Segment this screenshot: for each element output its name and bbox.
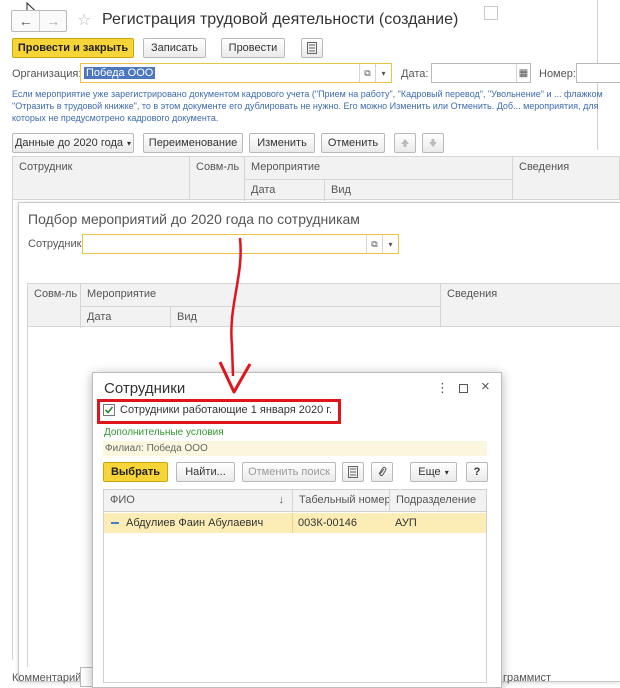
row-department: АУП	[395, 517, 417, 529]
col-info[interactable]: Сведения	[512, 157, 620, 199]
sort-arrow-icon: ↓	[278, 494, 285, 506]
col-employee[interactable]: Сотрудник	[13, 157, 189, 199]
employee-item-icon	[111, 522, 119, 524]
annotation-arrow	[218, 237, 252, 394]
cancel-search-button: Отменить поиск	[242, 462, 336, 482]
post-button[interactable]: Провести	[221, 38, 285, 58]
table-row[interactable]: Абдулиев Фаин Абулаевич 003К-00146 АУП	[104, 513, 486, 533]
col-kind[interactable]: Вид	[324, 179, 512, 201]
employees-table-header: ФИО ↓ Табельный номер Подразделение	[104, 490, 486, 512]
date-field[interactable]: ▦	[431, 63, 531, 83]
move-down-button[interactable]	[422, 133, 444, 153]
forward-arrow-icon[interactable]: →	[39, 11, 66, 31]
arrow-up-icon	[401, 139, 409, 147]
nav-buttons: ← →	[11, 10, 67, 32]
branch-filter-text: Филиал: Победа ООО	[105, 443, 208, 454]
chevron-down-icon[interactable]: ▾	[375, 64, 391, 82]
data-before-2020-label: Данные до 2020 года	[14, 137, 124, 149]
post-and-close-button[interactable]: Провести и закрыть	[12, 38, 134, 58]
comment-label: Комментарий:	[12, 672, 85, 684]
col-department[interactable]: Подразделение	[389, 490, 486, 511]
paperclip-icon	[378, 466, 387, 477]
back-arrow-icon[interactable]: ←	[12, 11, 39, 31]
col-tab-number[interactable]: Табельный номер	[292, 490, 391, 511]
cancel-button[interactable]: Отменить	[321, 133, 385, 153]
picker-col-info[interactable]: Сведения	[440, 284, 620, 326]
chevron-down-icon: ▾	[127, 138, 132, 148]
col-combo[interactable]: Совм-ль	[189, 157, 244, 199]
picker-title: Подбор мероприятий до 2020 года по сотру…	[28, 211, 360, 227]
link-icon[interactable]	[484, 6, 498, 20]
date-label: Дата:	[401, 68, 429, 80]
chevron-down-icon: ▾	[444, 467, 449, 477]
more-button[interactable]: Еще ▾	[410, 462, 457, 482]
extra-conditions-link[interactable]: Дополнительные условия	[104, 427, 224, 438]
number-field[interactable]	[576, 63, 620, 83]
dialog-title: Сотрудники	[104, 380, 186, 397]
report-button[interactable]	[301, 38, 323, 58]
number-label: Номер:	[539, 68, 576, 80]
favorite-star-icon[interactable]: ☆	[77, 10, 91, 30]
dialog-menu-icon[interactable]: ⋮	[436, 380, 449, 396]
picker-table-header: Совм-ль Мероприятие Дата Вид Сведения	[27, 283, 620, 328]
organization-field[interactable]: Победа ООО ⧉ ▾	[80, 63, 392, 83]
main-table-header: Сотрудник Совм-ль Мероприятие Дата Вид С…	[12, 156, 620, 201]
organization-label: Организация:	[12, 68, 82, 80]
picker-col-combo[interactable]: Совм-ль	[28, 284, 80, 326]
bottom-right-text: граммист	[503, 672, 552, 684]
col-name-label: ФИО	[110, 494, 135, 506]
organization-value: Победа ООО	[84, 67, 156, 79]
find-button[interactable]: Найти...	[176, 462, 235, 482]
arrow-down-icon	[429, 139, 437, 147]
info-text: Если мероприятие уже зарегистрировано до…	[12, 89, 603, 123]
move-up-button[interactable]	[394, 133, 416, 153]
organization-open-icon[interactable]: ⧉	[359, 64, 375, 82]
list-report-icon	[348, 466, 358, 478]
change-button[interactable]: Изменить	[249, 133, 315, 153]
help-button[interactable]: ?	[466, 462, 488, 482]
col-event[interactable]: Мероприятие	[244, 157, 512, 179]
col-date[interactable]: Дата	[244, 179, 324, 201]
page-title: Регистрация трудовой деятельности (созда…	[102, 11, 459, 28]
picker-col-date[interactable]: Дата	[80, 306, 170, 328]
attach-button[interactable]	[371, 462, 393, 482]
close-icon[interactable]: ×	[481, 378, 490, 395]
list-report-icon	[307, 42, 317, 54]
maximize-icon[interactable]	[459, 384, 468, 393]
data-before-2020-button[interactable]: Данные до 2020 года ▾	[12, 133, 134, 153]
chevron-down-icon[interactable]: ▾	[382, 235, 398, 253]
annotation-highlight-box	[97, 399, 341, 424]
picker-employee-label: Сотрудник:	[28, 238, 85, 250]
rename-button[interactable]: Переименование	[143, 133, 243, 153]
write-button[interactable]: Записать	[143, 38, 206, 58]
row-name: Абдулиев Фаин Абулаевич	[126, 517, 264, 529]
row-cell-divider	[292, 513, 293, 533]
calendar-icon[interactable]: ▦	[516, 64, 530, 82]
row-tab-number: 003К-00146	[298, 517, 358, 529]
col-name[interactable]: ФИО ↓	[104, 490, 292, 511]
branch-filter: Филиал: Победа ООО	[103, 441, 487, 456]
employee-open-icon[interactable]: ⧉	[366, 235, 382, 253]
list-button[interactable]	[342, 462, 364, 482]
select-button[interactable]: Выбрать	[103, 462, 168, 482]
more-label: Еще	[418, 466, 441, 478]
employees-table: ФИО ↓ Табельный номер Подразделение Абду…	[103, 489, 487, 683]
